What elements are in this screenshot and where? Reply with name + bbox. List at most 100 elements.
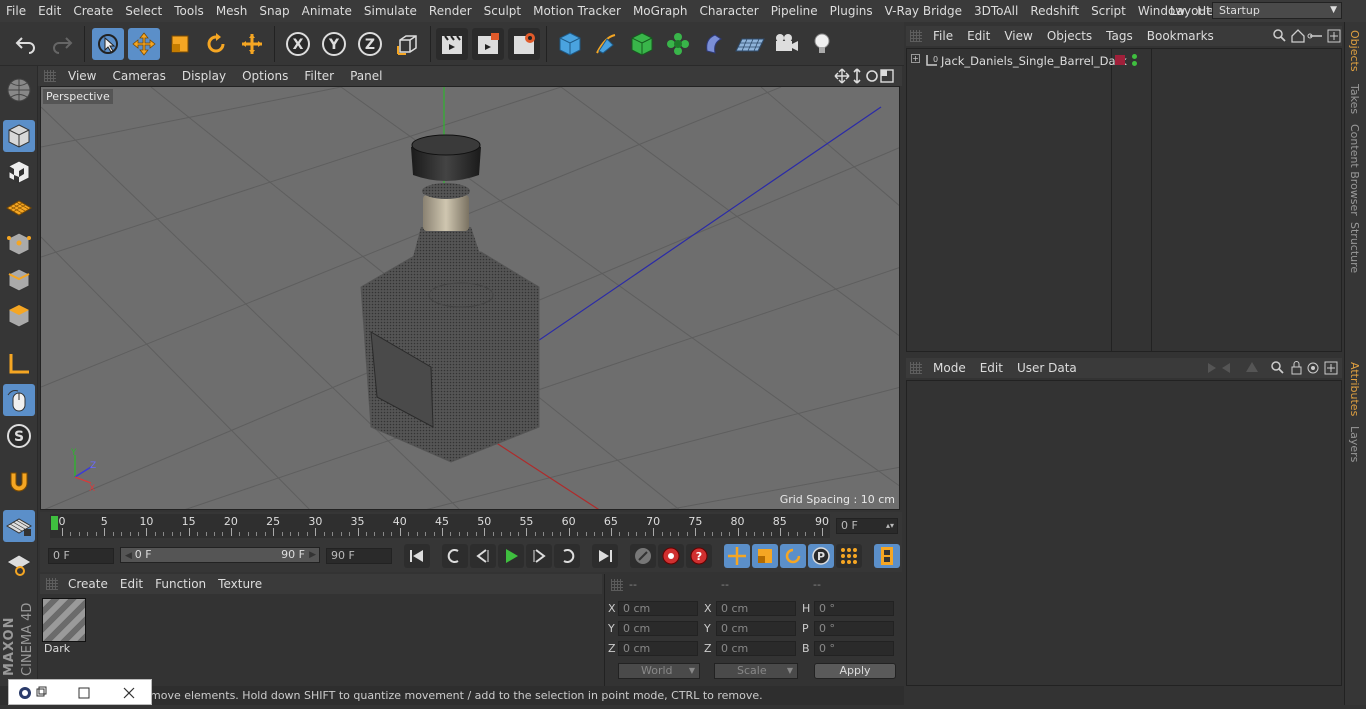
attributes-menu-user-data[interactable]: User Data bbox=[1010, 361, 1084, 375]
menu-create[interactable]: Create bbox=[67, 0, 119, 22]
attributes-menu-edit[interactable]: Edit bbox=[973, 361, 1010, 375]
viewport-menu-filter[interactable]: Filter bbox=[296, 69, 342, 83]
viewport-menu-panel[interactable]: Panel bbox=[342, 69, 390, 83]
menu-script[interactable]: Script bbox=[1085, 0, 1132, 22]
maximize-view-icon[interactable] bbox=[880, 69, 894, 83]
planar-workplane-button[interactable] bbox=[3, 548, 35, 580]
workplane-mode-button[interactable] bbox=[3, 192, 35, 224]
timeline-window-button[interactable] bbox=[874, 544, 900, 568]
tab-content-browser[interactable]: Content Browser bbox=[1348, 124, 1361, 216]
x-axis-lock-button[interactable]: X bbox=[282, 28, 314, 60]
start-frame-field[interactable]: 0 F bbox=[48, 548, 114, 564]
objects-menu-bookmarks[interactable]: Bookmarks bbox=[1140, 29, 1221, 43]
layout-select[interactable]: Startup ▼ bbox=[1212, 2, 1342, 19]
live-selection-button[interactable] bbox=[92, 28, 124, 60]
viewport-menu-cameras[interactable]: Cameras bbox=[104, 69, 173, 83]
tab-layers[interactable]: Layers bbox=[1348, 426, 1361, 462]
z-axis-lock-button[interactable]: Z bbox=[354, 28, 386, 60]
new-panel-icon[interactable] bbox=[1327, 29, 1341, 43]
move-button[interactable] bbox=[128, 28, 160, 60]
undo-button[interactable] bbox=[10, 28, 42, 60]
menu-redshift[interactable]: Redshift bbox=[1024, 0, 1085, 22]
record-keys-button[interactable] bbox=[630, 544, 656, 568]
menu-animate[interactable]: Animate bbox=[296, 0, 358, 22]
expand-icon[interactable]: + bbox=[911, 54, 920, 63]
play-button[interactable] bbox=[498, 544, 524, 568]
workplane-lock-button[interactable] bbox=[3, 510, 35, 542]
edges-mode-button[interactable] bbox=[3, 264, 35, 296]
record-point-level-button[interactable] bbox=[836, 544, 862, 568]
model-mode-button[interactable] bbox=[3, 120, 35, 152]
size-y-field[interactable]: 0 cm bbox=[716, 621, 796, 636]
close-icon[interactable] bbox=[123, 687, 135, 699]
pan-icon[interactable] bbox=[834, 68, 850, 84]
perspective-viewport[interactable]: Y Z X Perspective Grid Spacing : 10 cm bbox=[40, 86, 900, 510]
previous-key-button[interactable] bbox=[442, 544, 468, 568]
search-icon[interactable] bbox=[1271, 361, 1284, 374]
lock-icon[interactable] bbox=[1291, 361, 1302, 375]
menu-pipeline[interactable]: Pipeline bbox=[765, 0, 824, 22]
snap-button[interactable] bbox=[3, 466, 35, 498]
tab-takes[interactable]: Takes bbox=[1348, 84, 1361, 114]
timeline-ruler[interactable]: 0 5 10 15 20 25 30 35 40 45 50 55 60 65 70 75 80 85 90 0 F… bbox=[40, 512, 902, 540]
objects-menu-view[interactable]: View bbox=[997, 29, 1039, 43]
record-scale-button[interactable] bbox=[752, 544, 778, 568]
restore-icon[interactable] bbox=[36, 686, 47, 697]
menu-edit[interactable]: Edit bbox=[32, 0, 67, 22]
menu-render[interactable]: Render bbox=[423, 0, 478, 22]
material-menu-edit[interactable]: Edit bbox=[114, 577, 149, 591]
coordinate-system-button[interactable] bbox=[392, 28, 424, 60]
maximize-icon[interactable] bbox=[78, 687, 90, 699]
pen-spline-button[interactable] bbox=[590, 28, 622, 60]
forward-arrow-icon[interactable] bbox=[1222, 363, 1230, 373]
render-settings-button[interactable] bbox=[508, 28, 540, 60]
light-button[interactable] bbox=[806, 28, 838, 60]
end-frame-field[interactable]: 90 F bbox=[326, 548, 392, 564]
render-view-button[interactable] bbox=[436, 28, 468, 60]
size-x-field[interactable]: 0 cm bbox=[716, 601, 796, 616]
objects-menu-objects[interactable]: Objects bbox=[1040, 29, 1099, 43]
tab-structure[interactable]: Structure bbox=[1348, 222, 1361, 273]
record-position-button[interactable] bbox=[724, 544, 750, 568]
menu-mograph[interactable]: MoGraph bbox=[627, 0, 694, 22]
menu-file[interactable]: File bbox=[0, 0, 32, 22]
cube-primitive-button[interactable] bbox=[554, 28, 586, 60]
viewport-nav-icons[interactable] bbox=[834, 68, 898, 84]
camera-button[interactable] bbox=[770, 28, 802, 60]
rot-b-field[interactable]: 0 ° bbox=[814, 641, 894, 656]
new-panel-icon[interactable] bbox=[1324, 361, 1338, 375]
render-picture-viewer-button[interactable] bbox=[472, 28, 504, 60]
viewport-menu-options[interactable]: Options bbox=[234, 69, 296, 83]
redo-button[interactable] bbox=[46, 28, 78, 60]
size-z-field[interactable]: 0 cm bbox=[716, 641, 796, 656]
zoom-icon[interactable] bbox=[853, 68, 861, 84]
texture-mode-button[interactable] bbox=[3, 156, 35, 188]
viewport-menu-view[interactable]: View bbox=[60, 69, 104, 83]
menu-character[interactable]: Character bbox=[693, 0, 764, 22]
autokey-button[interactable] bbox=[658, 544, 684, 568]
frame-range-slider[interactable]: ◀ 0 F 90 F ▶ bbox=[120, 547, 320, 563]
y-axis-lock-button[interactable]: Y bbox=[318, 28, 350, 60]
up-arrow-icon[interactable] bbox=[1246, 362, 1258, 372]
deformer-button[interactable] bbox=[698, 28, 730, 60]
material-swatch[interactable] bbox=[42, 598, 86, 642]
record-rotation-button[interactable] bbox=[780, 544, 806, 568]
previous-frame-button[interactable] bbox=[470, 544, 496, 568]
cloner-button[interactable] bbox=[662, 28, 694, 60]
solo-button[interactable]: S bbox=[3, 420, 35, 452]
material-menu-texture[interactable]: Texture bbox=[212, 577, 268, 591]
record-parameter-button[interactable]: P bbox=[808, 544, 834, 568]
search-icon[interactable] bbox=[1273, 29, 1286, 42]
go-to-end-button[interactable] bbox=[592, 544, 618, 568]
make-editable-button[interactable] bbox=[3, 74, 35, 106]
axis-mode-button[interactable] bbox=[3, 348, 35, 380]
layer-color-swatch[interactable] bbox=[1115, 55, 1125, 65]
menu-vray-bridge[interactable]: V-Ray Bridge bbox=[879, 0, 968, 22]
menu-snap[interactable]: Snap bbox=[253, 0, 295, 22]
menu-simulate[interactable]: Simulate bbox=[358, 0, 423, 22]
link-icon[interactable] bbox=[1307, 33, 1322, 39]
rotate-view-icon[interactable] bbox=[866, 70, 878, 82]
editor-visibility-dot[interactable] bbox=[1132, 54, 1137, 59]
material-menu-create[interactable]: Create bbox=[62, 577, 114, 591]
menu-tools[interactable]: Tools bbox=[168, 0, 210, 22]
